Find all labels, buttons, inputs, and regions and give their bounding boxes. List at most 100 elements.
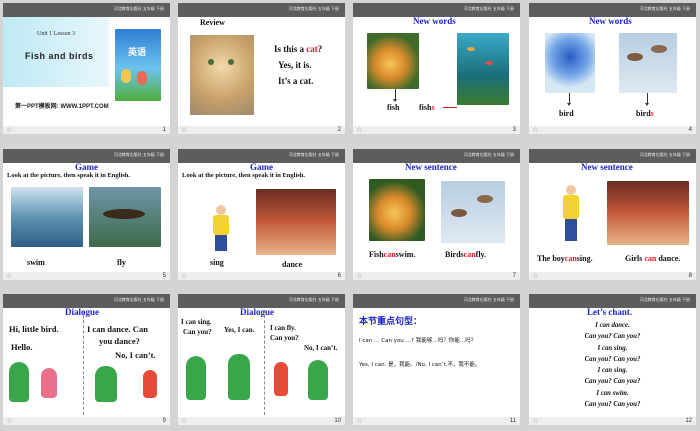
- star-icon: ☆: [532, 417, 539, 425]
- slide-footer: ☆ 6: [178, 272, 345, 280]
- aquarium-image: [457, 33, 509, 105]
- dancers-image: [256, 189, 336, 255]
- star-icon: ☆: [181, 126, 188, 134]
- slide-footer: ☆ 5: [3, 272, 170, 280]
- slide-title: Dialogue: [240, 307, 275, 317]
- slide-number: 10: [334, 418, 341, 424]
- slide-number: 11: [509, 418, 516, 424]
- dialogue-line: you dance?: [99, 336, 140, 346]
- slide-thumbnail-2[interactable]: 河北教育出版社 五年级 下册 Review Is this a cat? Yes…: [178, 3, 345, 134]
- slide-header-bar: 河北教育出版社 五年级 下册: [178, 294, 345, 308]
- slide-thumbnail-8[interactable]: 河北教育出版社 五年级 下册 New sentence The boycansi…: [529, 149, 696, 280]
- word-label-dance: dance: [282, 260, 302, 269]
- slide-subtitle: Look at the picture, then speak it in En…: [7, 172, 131, 179]
- star-icon: ☆: [6, 126, 13, 134]
- slide-number: 12: [685, 418, 692, 424]
- sentence-girls-can-dance: Girls can dance.: [625, 254, 681, 263]
- slide-thumbnail-4[interactable]: 河北教育出版社 五年级 下册 New words bird birds ☆ 4: [529, 3, 696, 134]
- slide-footer: ☆ 7: [353, 272, 520, 280]
- star-icon: ☆: [356, 272, 363, 280]
- dialogue-line: Hello.: [11, 342, 33, 352]
- slide-thumbnail-1[interactable]: 河北教育出版社 五年级 下册 Unit 1 Lesson 3 Fish and …: [3, 3, 170, 134]
- slide-title: New words: [413, 16, 456, 26]
- arrow-icon: [645, 93, 649, 106]
- arrow-icon: [393, 89, 397, 102]
- chant-line: Can you? Can you?: [584, 355, 641, 363]
- slide-number: 8: [688, 273, 692, 279]
- answer-line-1: Yes, it is.: [278, 60, 312, 70]
- slide-number: 6: [337, 273, 341, 279]
- eagle-image: [89, 187, 161, 247]
- arrow-icon: [567, 93, 571, 106]
- slide-thumbnail-10[interactable]: 河北教育出版社 五年级 下册 Dialogue I can sing. Can …: [178, 294, 345, 425]
- sparrows-image: [619, 33, 677, 93]
- key-sentence-line: Yes, I can. 是，我能。/No, I can’t.不，我不能。: [359, 362, 481, 368]
- dialogue-line: Hi, little bird.: [9, 324, 59, 334]
- slide-title: New sentence: [581, 162, 633, 172]
- question-line: Is this a cat?: [274, 44, 323, 54]
- word-label-swim: swim: [27, 258, 45, 267]
- dialogue-line: Can you?: [270, 334, 299, 342]
- chant-line: I can swim.: [596, 389, 629, 397]
- slide-title: Dialogue: [65, 307, 100, 317]
- bird-character-image: [274, 362, 288, 396]
- word-label-fish: fish: [387, 103, 400, 112]
- chant-line: I can sing.: [597, 344, 628, 352]
- slide-header-bar: 河北教育出版社 五年级 下册: [529, 3, 696, 17]
- key-sentence-line: I can … Can you …? 我能够…吗？你能…吗？: [359, 338, 477, 344]
- slide-thumbnail-6[interactable]: 河北教育出版社 五年级 下册 Game Look at the picture,…: [178, 149, 345, 280]
- watermark-text: 第一PPT模板网: WWW.1PPT.COM: [15, 104, 109, 110]
- star-icon: ☆: [181, 417, 188, 425]
- star-icon: ☆: [6, 417, 13, 425]
- goldfish-image: [367, 33, 419, 89]
- divider: [264, 310, 265, 415]
- slide-thumbnail-7[interactable]: 河北教育出版社 五年级 下册 New sentence Fishcanswim.…: [353, 149, 520, 280]
- textbook-cover-image: 英语: [115, 29, 161, 101]
- slide-thumbnail-9[interactable]: 河北教育出版社 五年级 下册 Dialogue Hi, little bird.…: [3, 294, 170, 425]
- slide-number: 2: [337, 127, 341, 133]
- divider: [83, 310, 84, 415]
- slide-header-bar: 河北教育出版社 五年级 下册: [3, 149, 170, 163]
- parrot-image: [228, 354, 250, 400]
- chant-line: I can dance.: [595, 322, 630, 329]
- chant-line: I can sing.: [597, 367, 628, 375]
- slide-thumbnail-12[interactable]: 河北教育出版社 五年级 下册 Let’s chant. I can dance.…: [529, 294, 696, 425]
- sparrows-image: [441, 181, 505, 243]
- word-label-fly: fly: [117, 258, 126, 267]
- star-icon: ☆: [356, 126, 363, 134]
- slide-thumbnail-5[interactable]: 河北教育出版社 五年级 下册 Game Look at the picture,…: [3, 149, 170, 280]
- dialogue-line: I can sing.: [181, 318, 212, 326]
- parrot-image: [308, 360, 328, 400]
- answer-line-2: It’s a cat.: [278, 76, 314, 86]
- parrot-image: [9, 362, 29, 402]
- slide-header-bar: 河北教育出版社 五年级 下册: [178, 3, 345, 17]
- dialogue-line: No, I can’t.: [304, 344, 338, 352]
- slide-footer: ☆ 8: [529, 272, 696, 280]
- chant-lines: I can dance. Can you? Can you? I can sin…: [529, 320, 696, 410]
- star-icon: ☆: [6, 272, 13, 280]
- slide-number: 9: [162, 418, 166, 424]
- slide-header-bar: 河北教育出版社 五年级 下册: [353, 294, 520, 308]
- singing-boy-image: [210, 201, 232, 253]
- slide-subtitle: Look at the picture, then speak it in En…: [182, 172, 306, 179]
- dancers-image: [607, 181, 689, 245]
- word-label-fishes: fishs: [419, 103, 435, 112]
- slide-title: New sentence: [405, 162, 457, 172]
- slide-thumbnail-11[interactable]: 河北教育出版社 五年级 下册 本节重点句型： I can … Can you ……: [353, 294, 520, 425]
- bluebird-image: [545, 33, 595, 93]
- slide-title: Game: [75, 162, 98, 172]
- slide-thumbnail-3[interactable]: 河北教育出版社 五年级 下册 New words fish fishs ☆ 3: [353, 3, 520, 134]
- slide-title: Game: [250, 162, 273, 172]
- star-icon: ☆: [532, 272, 539, 280]
- slide-title: New words: [589, 16, 632, 26]
- slide-header-bar: 河北教育出版社 五年级 下册: [353, 3, 520, 17]
- dialogue-line: No, I can’t.: [115, 350, 156, 360]
- slide-header-bar: 河北教育出版社 五年级 下册: [353, 149, 520, 163]
- bird-character-image: [143, 370, 157, 398]
- slide-footer: ☆ 9: [3, 417, 170, 425]
- slide-title: Review: [200, 18, 225, 27]
- cat-image: [190, 35, 254, 115]
- slide-number: 7: [512, 273, 516, 279]
- star-icon: ☆: [181, 272, 188, 280]
- slide-header-bar: 河北教育出版社 五年级 下册: [529, 149, 696, 163]
